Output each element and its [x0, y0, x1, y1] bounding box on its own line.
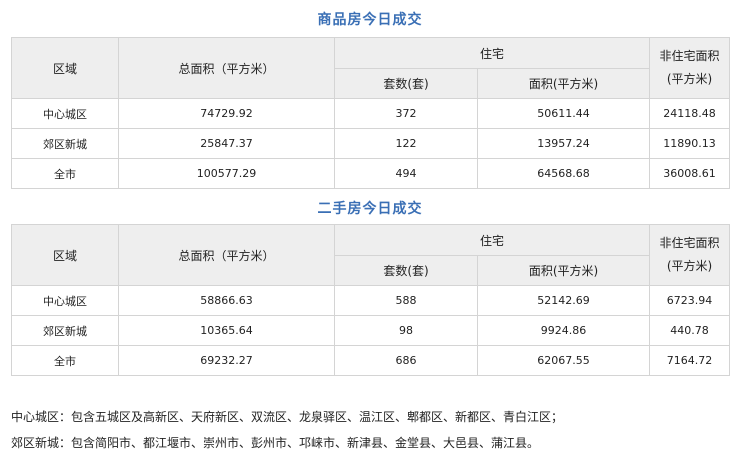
- cell-region: 郊区新城: [11, 315, 119, 346]
- cell-total-area: 74729.92: [118, 98, 335, 129]
- cell-region: 全市: [11, 158, 119, 189]
- table-row: 中心城区 58866.63 588 52142.69 6723.94: [11, 285, 731, 316]
- cell-total-area: 69232.27: [118, 345, 335, 376]
- cell-non-residential-area: 440.78: [649, 315, 731, 346]
- header-region: 区域: [11, 37, 119, 99]
- cell-residential-area: 52142.69: [476, 285, 651, 316]
- cell-region: 全市: [11, 345, 119, 376]
- header-residential: 住宅: [333, 37, 651, 69]
- second-hand-homes-table: 区域 总面积（平方米） 住宅 非住宅面积 (平方米) 套数(套) 面积(平方米)…: [11, 224, 731, 376]
- cell-units: 98: [334, 315, 478, 346]
- cell-total-area: 10365.64: [118, 315, 335, 346]
- header-residential-area: 面积(平方米): [476, 255, 651, 286]
- table-title-second-hand-homes: 二手房今日成交: [317, 201, 423, 217]
- cell-residential-area: 62067.55: [476, 345, 651, 376]
- cell-residential-area: 13957.24: [476, 128, 651, 159]
- header-non-residential-line2: (平方米): [666, 259, 713, 273]
- cell-units: 686: [334, 345, 478, 376]
- new-homes-table: 区域 总面积（平方米） 住宅 非住宅面积 (平方米) 套数(套) 面积(平方米)…: [11, 37, 731, 189]
- cell-units: 588: [334, 285, 478, 316]
- cell-total-area: 100577.29: [118, 158, 335, 189]
- header-units: 套数(套): [334, 255, 478, 286]
- cell-region: 郊区新城: [11, 128, 119, 159]
- header-non-residential: 非住宅面积 (平方米): [649, 37, 731, 99]
- cell-non-residential-area: 11890.13: [649, 128, 731, 159]
- cell-total-area: 58866.63: [118, 285, 335, 316]
- header-non-residential-line2: (平方米): [666, 72, 713, 86]
- header-non-residential-line1: 非住宅面积: [659, 236, 720, 250]
- table-row: 全市 69232.27 686 62067.55 7164.72: [11, 345, 731, 376]
- header-residential: 住宅: [333, 224, 651, 256]
- header-total-area: 总面积（平方米）: [118, 37, 335, 99]
- header-units: 套数(套): [334, 68, 478, 99]
- cell-units: 122: [334, 128, 478, 159]
- cell-non-residential-area: 24118.48: [649, 98, 731, 129]
- cell-non-residential-area: 36008.61: [649, 158, 731, 189]
- table-row: 郊区新城 10365.64 98 9924.86 440.78: [11, 315, 731, 346]
- header-total-area: 总面积（平方米）: [118, 224, 335, 286]
- table-row: 郊区新城 25847.37 122 13957.24 11890.13: [11, 128, 731, 159]
- table-title-new-homes: 商品房今日成交: [317, 12, 423, 28]
- cell-residential-area: 50611.44: [476, 98, 651, 129]
- cell-residential-area: 9924.86: [476, 315, 651, 346]
- cell-residential-area: 64568.68: [476, 158, 651, 189]
- header-non-residential: 非住宅面积 (平方米): [649, 224, 731, 286]
- header-region: 区域: [11, 224, 119, 286]
- cell-units: 372: [334, 98, 478, 129]
- header-non-residential-line1: 非住宅面积: [659, 49, 720, 63]
- cell-units: 494: [334, 158, 478, 189]
- cell-non-residential-area: 6723.94: [649, 285, 731, 316]
- cell-region: 中心城区: [11, 285, 119, 316]
- table-row: 中心城区 74729.92 372 50611.44 24118.48: [11, 98, 731, 129]
- note-suburban-districts: 郊区新城：包含简阳市、都江堰市、崇州市、彭州市、邛崃市、新津县、金堂县、大邑县、…: [11, 436, 540, 450]
- cell-region: 中心城区: [11, 98, 119, 129]
- header-residential-area: 面积(平方米): [476, 68, 651, 99]
- cell-total-area: 25847.37: [118, 128, 335, 159]
- cell-non-residential-area: 7164.72: [649, 345, 731, 376]
- table-row: 全市 100577.29 494 64568.68 36008.61: [11, 158, 731, 189]
- note-central-districts: 中心城区：包含五城区及高新区、天府新区、双流区、龙泉驿区、温江区、郫都区、新都区…: [11, 410, 564, 424]
